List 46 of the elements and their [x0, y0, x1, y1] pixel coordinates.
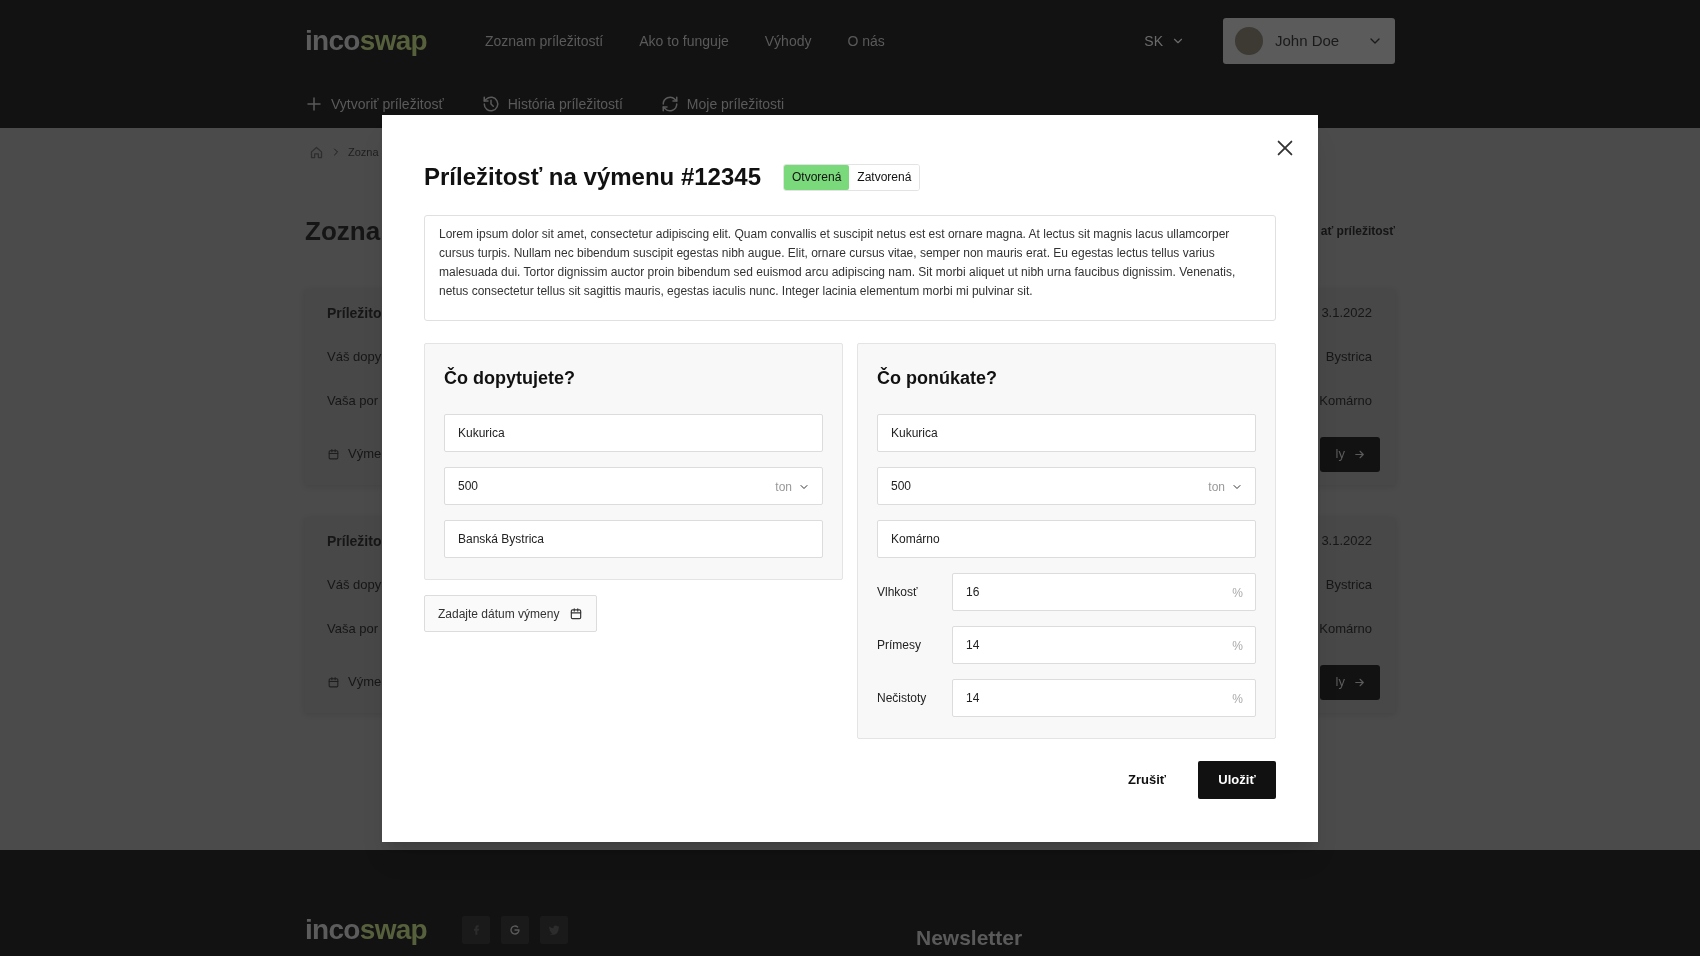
unit-label: %: [1232, 691, 1243, 708]
google-icon: [507, 922, 523, 938]
nav-link[interactable]: O nás: [847, 30, 885, 52]
language-selector[interactable]: SK: [1144, 30, 1185, 52]
refresh-icon: [660, 95, 679, 113]
field-label: Prímesy: [877, 637, 922, 654]
avatar: [1235, 27, 1263, 55]
status-toggle[interactable]: Otvorená: [784, 164, 850, 190]
text-input[interactable]: Banská Bystrica: [444, 520, 823, 558]
calendar-icon: [327, 447, 340, 461]
plus-icon: [305, 95, 323, 113]
calendar-icon: [327, 675, 340, 689]
save-button[interactable]: Uložiť: [1198, 761, 1276, 799]
social-button[interactable]: [540, 916, 568, 944]
subnav-link[interactable]: História príležitostí: [481, 93, 623, 115]
logo[interactable]: incoswap: [305, 914, 427, 946]
social-button[interactable]: [462, 916, 490, 944]
calendar-icon: [569, 606, 584, 621]
text-input[interactable]: Komárno: [877, 520, 1256, 558]
subnav-link[interactable]: Moje príležitosti: [660, 93, 785, 115]
panel-heading: Čo ponúkate?: [877, 366, 998, 390]
unit-label: %: [1232, 638, 1243, 655]
unit-dropdown[interactable]: ton: [775, 478, 810, 496]
text-input[interactable]: Kukurica: [444, 414, 823, 452]
newsletter-heading: Newsletter: [916, 925, 1023, 951]
unit-label: %: [1232, 585, 1243, 602]
social-button[interactable]: [501, 916, 529, 944]
nav-link[interactable]: Ako to funguje: [639, 30, 729, 52]
subnav-link[interactable]: Vytvoriť príležitosť: [305, 93, 444, 115]
details-button[interactable]: ly: [1320, 436, 1380, 472]
history-icon: [481, 95, 500, 113]
user-menu-button[interactable]: John Doe: [1223, 18, 1395, 64]
field-label: Nečistoty: [877, 690, 928, 707]
details-button[interactable]: ly: [1320, 664, 1380, 700]
modal-title: Príležitosť na výmenu #12345: [424, 162, 761, 192]
text-input[interactable]: Kukurica: [877, 414, 1256, 452]
description-text: Lorem ipsum dolor sit amet, consectetur adipiscing elit. Quam convallis et suscipit netus est est ornare magna. At lectus sit magnis lacus ullamcorper cursus turpis. Nullam nec bibendum suscipit egestas nibh augue. Elit, ornare cursus vitae, semper non mauris erat. Eu egestas lectus tellus varius malesuada dui. Tortor dignissim auctor proin bibendum sed euismod arcu adipiscing nam. Sit morbi aliquet ut nibh urna faucibus dignissim. Venenatis, netus consectetur tellus sit sagittis mauris, egestas iaculis nunc. Integer lacinia elementum morbi mi pulvinar sit.: [439, 226, 1237, 300]
home-icon[interactable]: [309, 144, 324, 160]
date-picker-button[interactable]: Zadajte dátum výmeny: [424, 595, 598, 632]
logo[interactable]: incoswap: [305, 20, 427, 62]
field-label: Vlhkosť: [877, 584, 919, 601]
panel-heading: Čo dopytujete?: [444, 366, 576, 390]
cancel-button[interactable]: Zrušiť: [1110, 761, 1184, 799]
nav-link[interactable]: Zoznam príležitostí: [485, 30, 604, 52]
nav-link[interactable]: Výhody: [764, 30, 812, 52]
unit-dropdown[interactable]: ton: [1208, 478, 1243, 496]
